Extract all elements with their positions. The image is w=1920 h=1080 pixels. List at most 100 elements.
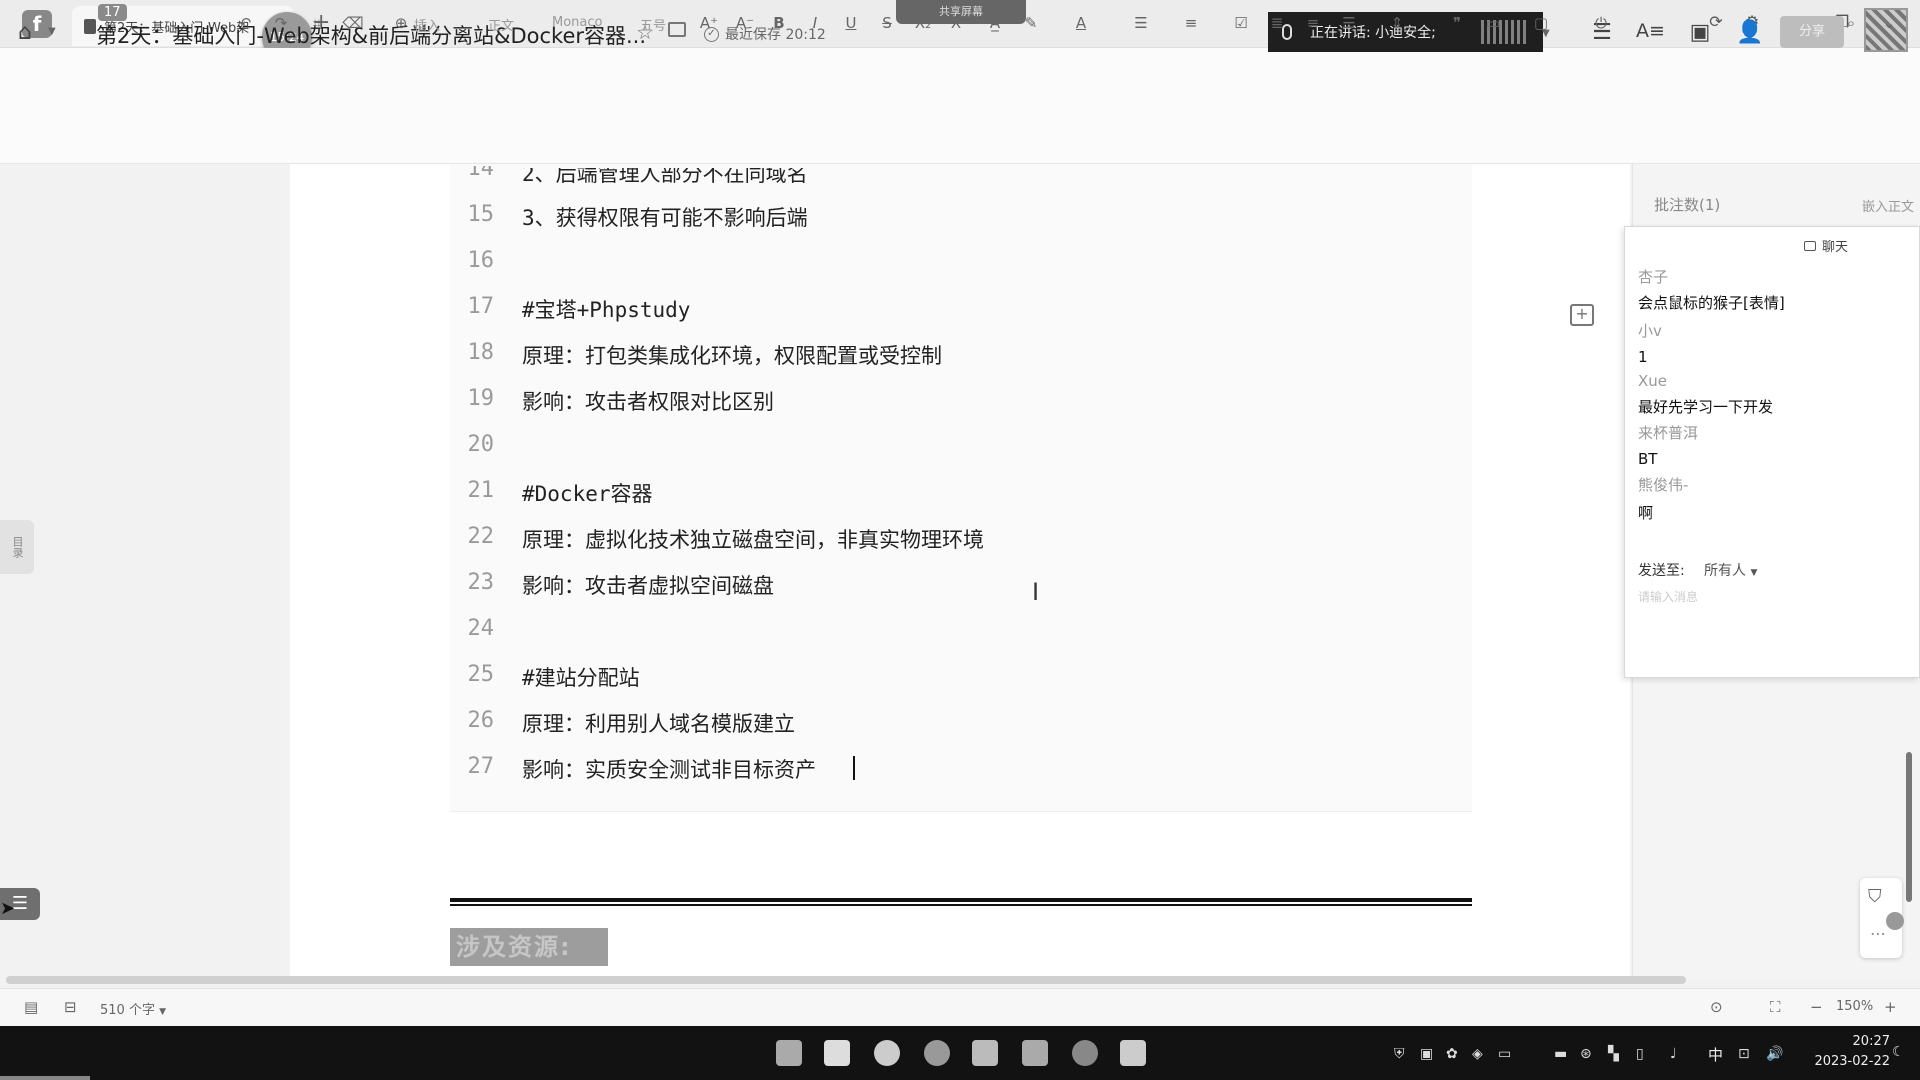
font-family-select[interactable]: Monaco	[552, 15, 602, 30]
tray-app-icon[interactable]: ◈	[1472, 1046, 1483, 1062]
insert-icon[interactable]: ⊕	[390, 14, 412, 32]
insert-menu[interactable]: 插入	[414, 15, 440, 34]
tool-app-icon[interactable]	[1072, 1040, 1098, 1066]
floating-status-dot[interactable]	[1886, 912, 1904, 930]
zoom-in-icon[interactable]: +	[1884, 998, 1897, 1016]
battery-icon[interactable]: ▯	[1636, 1046, 1644, 1062]
microphone-icon[interactable]: ♩	[1670, 1046, 1677, 1062]
document-header	[0, 48, 1920, 114]
share-button[interactable]: 分享	[1780, 16, 1844, 48]
file-explorer-icon[interactable]	[824, 1040, 850, 1066]
tray-app-icon[interactable]: ▣	[1420, 1046, 1433, 1062]
redo-icon[interactable]: ↷	[270, 14, 292, 32]
chrome-browser-icon[interactable]	[924, 1040, 950, 1066]
input-method-indicator[interactable]: 中	[1708, 1044, 1723, 1065]
skin-shirt-icon[interactable]: ⛉	[1868, 886, 1882, 907]
notification-icon[interactable]: ☾	[1892, 1044, 1905, 1060]
italic-icon[interactable]: I	[804, 14, 826, 32]
font-size-select[interactable]: 五号	[640, 15, 666, 34]
folder-icon[interactable]	[668, 22, 686, 37]
page-view-icon[interactable]: ▤	[24, 998, 38, 1016]
comment-icon[interactable]: ▭	[1482, 14, 1504, 32]
more-icon[interactable]: ⋯	[1870, 924, 1886, 943]
zoom-out-icon[interactable]: −	[1810, 998, 1823, 1016]
section-heading[interactable]: 涉及资源:	[450, 928, 608, 966]
character-spacing-icon[interactable]: A̲	[984, 14, 1006, 32]
docs-app-icon[interactable]	[972, 1040, 998, 1066]
checklist-icon[interactable]: ☑	[1230, 14, 1252, 32]
horizontal-scrollbar[interactable]	[6, 976, 1686, 984]
clear-format-icon[interactable]: ⌫	[342, 14, 364, 32]
clock-date[interactable]: 2023-02-22	[1810, 1054, 1890, 1069]
align-left-icon[interactable]: ≣	[1266, 14, 1288, 32]
chevron-down-icon[interactable]: ▼	[48, 26, 56, 37]
image-icon[interactable]: ▢	[1530, 14, 1552, 32]
add-comment-icon[interactable]: +	[1570, 304, 1594, 326]
code-line[interactable]: 影响：实质安全测试非目标资产	[522, 754, 816, 784]
search-icon[interactable]: ⌕	[1840, 14, 1862, 32]
chat-message: 会点鼠标的猴子[表情]	[1638, 294, 1785, 312]
edge-browser-icon[interactable]	[874, 1040, 900, 1066]
font-color-icon[interactable]: A	[1070, 14, 1092, 32]
highlight-icon[interactable]: ✎	[1020, 14, 1042, 32]
meeting-app-icon[interactable]	[1022, 1040, 1048, 1066]
comment-count[interactable]: 批注数(1)	[1654, 194, 1720, 215]
chat-header[interactable]: 聊天	[1804, 236, 1848, 255]
home-icon[interactable]: ⌂	[18, 20, 32, 45]
code-line[interactable]: 3、获得权限有可能不影响后端	[522, 202, 808, 232]
volume-icon[interactable]: 🔊	[1766, 1046, 1783, 1062]
network-icon[interactable]: ⊛	[1580, 1046, 1592, 1062]
format-painter-icon[interactable]: ⌗	[306, 14, 328, 32]
monitor-icon[interactable]: ▬	[1554, 1046, 1567, 1062]
code-line[interactable]: 原理：打包类集成化环境，权限配置或受控制	[522, 340, 942, 370]
vertical-scrollbar[interactable]	[1906, 752, 1912, 902]
image-app-icon[interactable]	[1120, 1040, 1146, 1066]
numbered-list-icon[interactable]: ≡	[1180, 14, 1202, 32]
embed-in-text-link[interactable]: 嵌入正文	[1862, 196, 1914, 215]
chat-input[interactable]: 请输入消息	[1638, 588, 1698, 605]
align-justify-icon[interactable]: ☰	[1338, 14, 1360, 32]
code-line[interactable]: #Docker容器	[522, 478, 653, 508]
send-to-select[interactable]: 所有人 ▼	[1704, 560, 1757, 580]
code-line[interactable]: 影响：攻击者虚拟空间磁盘	[522, 570, 774, 600]
shield-icon[interactable]: ⛨	[1394, 1046, 1405, 1062]
collaborators-icon[interactable]: 👤	[1736, 20, 1764, 45]
tray-app-icon[interactable]: ▚	[1608, 1046, 1619, 1062]
code-line[interactable]: 原理：利用别人域名模版建立	[522, 708, 795, 738]
word-count[interactable]: 510 个字 ▼	[100, 999, 166, 1018]
present-icon[interactable]: ▣	[1686, 20, 1714, 45]
undo-icon[interactable]: ↶	[234, 14, 256, 32]
play-icon[interactable]: ⊙	[1710, 998, 1723, 1016]
superscript-icon[interactable]: X²	[948, 14, 970, 32]
text-format-icon[interactable]: A≡	[1636, 20, 1665, 42]
underline-icon[interactable]: U	[840, 14, 862, 32]
strikethrough-icon[interactable]: S	[876, 14, 898, 32]
code-line[interactable]: #建站分配站	[522, 662, 640, 692]
decrease-font-icon[interactable]: A⁻	[734, 14, 756, 32]
line-number: 22	[467, 524, 495, 549]
align-center-icon[interactable]: ≡	[1302, 14, 1324, 32]
quote-icon[interactable]: ❞	[1446, 14, 1468, 32]
bold-icon[interactable]: B	[768, 14, 790, 32]
paragraph-style-select[interactable]: 正文	[488, 15, 514, 34]
chat-username: 小v	[1638, 322, 1662, 340]
code-line[interactable]: #宝塔+Phpstudy	[522, 294, 690, 324]
code-line[interactable]: 原理：虚拟化技术独立磁盘空间，非真实物理环境	[522, 524, 984, 554]
chevron-down-icon[interactable]: ⌄	[1878, 14, 1900, 32]
start-menu-icon[interactable]	[776, 1040, 802, 1066]
bullet-list-icon[interactable]: ☰	[1130, 14, 1152, 32]
display-icon[interactable]: ⊡	[1738, 1046, 1750, 1062]
zoom-level[interactable]: 150%	[1836, 999, 1873, 1014]
subscript-icon[interactable]: X₂	[912, 14, 934, 32]
code-line[interactable]: 影响：攻击者权限对比区别	[522, 386, 774, 416]
increase-font-icon[interactable]: A⁺	[698, 14, 720, 32]
more-tools-icon[interactable]: ⏻	[1590, 14, 1612, 32]
print-layout-icon[interactable]: ⊟	[64, 998, 77, 1016]
clock-time[interactable]: 20:27	[1826, 1034, 1890, 1049]
outline-tab[interactable]: 目录	[0, 520, 34, 574]
line-spacing-icon[interactable]: ⇕	[1386, 14, 1408, 32]
tray-app-icon[interactable]: ✿	[1446, 1046, 1458, 1062]
fullscreen-icon[interactable]: ⛶	[1770, 998, 1781, 1016]
tray-app-icon[interactable]: ▭	[1498, 1046, 1511, 1062]
line-number: 24	[467, 616, 495, 641]
